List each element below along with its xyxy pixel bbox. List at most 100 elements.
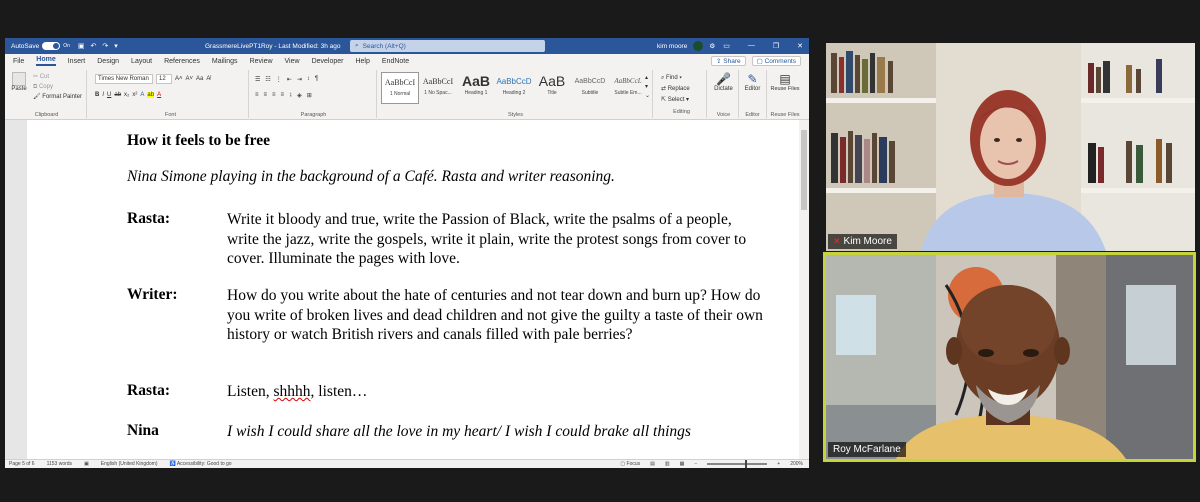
styles-group: AaBbCcI 1 Normal AaBbCcI 1 No Spac... Aa… [379, 70, 653, 118]
tab-mailings[interactable]: Mailings [212, 58, 238, 65]
tab-references[interactable]: References [164, 58, 200, 65]
line-spacing-icon[interactable]: ↨ [289, 92, 292, 98]
paste-button[interactable]: Paste [11, 72, 27, 92]
document-page[interactable]: How it feels to be free Nina Simone play… [27, 120, 799, 459]
tab-layout[interactable]: Layout [131, 58, 152, 65]
settings-icon[interactable]: ⚙ [709, 42, 715, 50]
shrink-font-icon[interactable]: A˅ [186, 76, 194, 82]
web-layout-icon[interactable]: ▦ [680, 461, 685, 467]
style-title[interactable]: AaB Title [533, 72, 571, 104]
style-heading-2[interactable]: AaBbCcD Heading 2 [495, 72, 533, 104]
bullets-icon[interactable]: ☰ [255, 76, 260, 83]
editor-button[interactable]: ✎ Editor [739, 72, 766, 92]
word-count[interactable]: 1153 words [47, 461, 72, 467]
reuse-files-button[interactable]: ▤ Reuse Files [767, 72, 803, 92]
document-title[interactable]: GrassmereLivePT1Roy - Last Modified: 3h … [205, 43, 340, 50]
font-size-select[interactable]: 12 [156, 74, 172, 84]
zoom-slider[interactable] [707, 460, 768, 468]
zoom-out-icon[interactable]: − [694, 461, 697, 467]
autosave-control[interactable]: AutoSave On [11, 42, 70, 50]
editing-group: ⌕ Find ▾ ⇄ Replace ⇱ Select ▾ Editing [657, 70, 707, 118]
style-heading-1[interactable]: AaB Heading 1 [457, 72, 495, 104]
spelling-error[interactable]: shhhh [274, 383, 311, 400]
ribbon-display-icon[interactable]: ▭ [723, 42, 730, 50]
highlight-icon[interactable]: ab [147, 92, 155, 98]
user-account[interactable]: kim moore ⚙ [657, 41, 715, 51]
font-group: Times New Roman 12 A˄ A˅ Aa A̸ B I U ab … [93, 70, 249, 118]
decrease-indent-icon[interactable]: ⇤ [287, 76, 292, 83]
superscript-icon[interactable]: x² [132, 92, 137, 98]
close-icon[interactable]: ✕ [797, 42, 803, 50]
tab-view[interactable]: View [285, 58, 300, 65]
underline-icon[interactable]: U [107, 92, 111, 98]
format-painter-button[interactable]: 🖌 Format Painter [33, 92, 82, 102]
select-button[interactable]: ⇱ Select ▾ [661, 95, 702, 106]
sort-icon[interactable]: ↕ [307, 76, 310, 82]
subscript-icon[interactable]: x₂ [124, 92, 129, 98]
tab-home[interactable]: Home [36, 56, 56, 66]
clipboard-label: Clipboard [34, 112, 59, 118]
video-tile-roy[interactable]: Roy McFarlane [823, 252, 1196, 462]
language[interactable]: English (United Kingdom) [101, 461, 158, 467]
align-left-icon[interactable]: ≡ [255, 92, 259, 98]
proofing-icon[interactable]: ▣ [84, 461, 89, 467]
restore-icon[interactable]: ❐ [773, 42, 779, 50]
focus-button[interactable]: ▢ Focus [620, 461, 640, 467]
comments-button[interactable]: ▢ Comments [751, 56, 801, 66]
style-normal[interactable]: AaBbCcI 1 Normal [381, 72, 419, 104]
tab-file[interactable]: File [13, 58, 24, 65]
replace-button[interactable]: ⇄ Replace [661, 84, 702, 95]
save-icon[interactable]: ▣ [78, 42, 85, 50]
microphone-icon: 🎤 [716, 72, 731, 86]
autosave-toggle[interactable] [42, 42, 61, 50]
justify-icon[interactable]: ≡ [281, 92, 285, 98]
clear-formatting-icon[interactable]: A̸ [206, 76, 210, 82]
avatar[interactable] [693, 41, 704, 51]
align-center-icon[interactable]: ≡ [264, 92, 268, 98]
multilevel-list-icon[interactable]: ⋮ [276, 76, 282, 83]
font-name-select[interactable]: Times New Roman [95, 74, 153, 84]
style-subtitle[interactable]: AaBbCcD Subtitle [571, 72, 609, 104]
tab-help[interactable]: Help [355, 58, 369, 65]
zoom-level[interactable]: 200% [790, 461, 803, 467]
video-tile-kim[interactable]: ✕ Kim Moore [826, 43, 1195, 251]
cut-button[interactable]: ✂ Cut [33, 72, 82, 82]
tab-insert[interactable]: Insert [68, 58, 86, 65]
find-button[interactable]: ⌕ Find ▾ [661, 73, 702, 84]
tab-developer[interactable]: Developer [312, 58, 344, 65]
borders-icon[interactable]: ⊞ [307, 92, 312, 99]
font-color-icon[interactable]: A [157, 92, 161, 98]
undo-icon[interactable]: ↶ [90, 42, 96, 50]
accessibility-status[interactable]: ♿ Accessibility: Good to go [170, 461, 232, 467]
italic-icon[interactable]: I [102, 92, 104, 98]
strikethrough-icon[interactable]: ab [114, 92, 121, 98]
customize-icon[interactable]: ▾ [114, 42, 118, 50]
search-input[interactable]: ⌕ Search (Alt+Q) [350, 40, 545, 52]
minimize-icon[interactable]: — [748, 42, 755, 50]
zoom-in-icon[interactable]: + [777, 461, 780, 467]
align-right-icon[interactable]: ≡ [272, 92, 276, 98]
shading-icon[interactable]: ◈ [297, 92, 302, 99]
style-no-spacing[interactable]: AaBbCcI 1 No Spac... [419, 72, 457, 104]
increase-indent-icon[interactable]: ⇥ [297, 76, 302, 83]
scrollbar-thumb[interactable] [801, 130, 807, 210]
show-marks-icon[interactable]: ¶ [315, 76, 318, 82]
dictate-button[interactable]: 🎤 Dictate [709, 72, 738, 92]
tab-endnote[interactable]: EndNote [382, 58, 409, 65]
bold-icon[interactable]: B [95, 92, 99, 98]
grow-font-icon[interactable]: A˄ [175, 76, 183, 82]
read-mode-icon[interactable]: ▤ [650, 461, 655, 467]
vertical-scrollbar[interactable] [799, 120, 809, 459]
styles-scroll[interactable]: ▴ ▾ ⌄ [645, 74, 650, 101]
change-case-icon[interactable]: Aa [196, 76, 203, 82]
redo-icon[interactable]: ↷ [102, 42, 108, 50]
numbering-icon[interactable]: ☷ [265, 76, 270, 83]
tab-design[interactable]: Design [97, 58, 119, 65]
page-count[interactable]: Page 5 of 6 [9, 461, 35, 467]
copy-button[interactable]: ⧉ Copy [33, 82, 82, 92]
style-subtle-emphasis[interactable]: AaBbCcL Subtle Em... [609, 72, 647, 104]
text-effects-icon[interactable]: A [140, 92, 144, 98]
print-layout-icon[interactable]: ▥ [665, 461, 670, 467]
share-button[interactable]: ⇪ Share [710, 56, 746, 66]
tab-review[interactable]: Review [250, 58, 273, 65]
